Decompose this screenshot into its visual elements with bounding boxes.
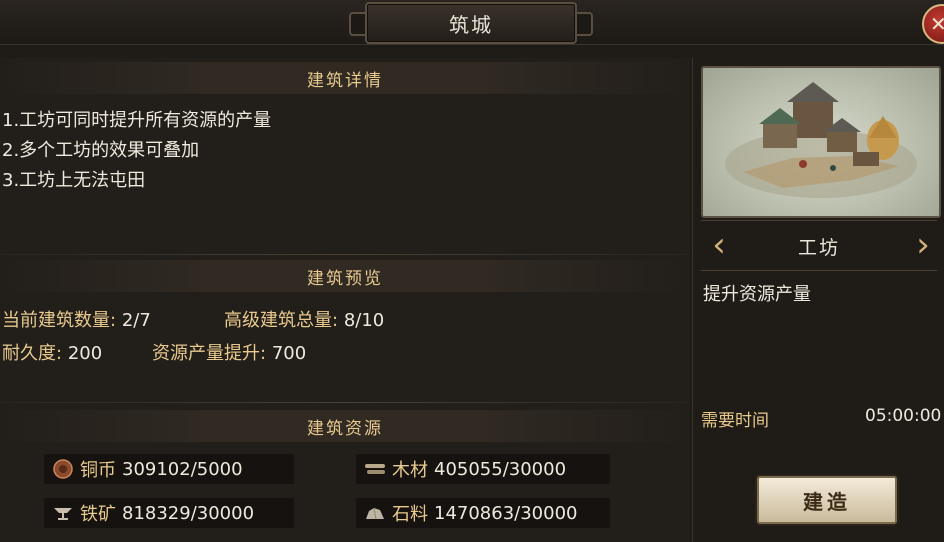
resource-stone: 石料 1470863/30000 — [356, 498, 610, 528]
right-panel: ‹ 工坊 › 提升资源产量 需要时间 05:00:00 建造 — [692, 58, 944, 542]
wood-name: 木材 — [392, 460, 428, 481]
stone-icon — [364, 504, 386, 522]
building-count-label: 当前建筑数量: — [2, 310, 117, 331]
section-divider — [0, 402, 690, 403]
building-count: 当前建筑数量: 2/7 — [2, 306, 151, 332]
prev-building-arrow-icon[interactable]: ‹ — [705, 228, 733, 262]
right-divider — [701, 270, 937, 271]
resources-heading: 建筑资源 — [0, 410, 690, 442]
durability: 耐久度: 200 — [2, 339, 102, 365]
wood-value: 405055/30000 — [434, 458, 567, 480]
building-description: 提升资源产量 — [703, 284, 811, 305]
building-illustration — [701, 66, 941, 218]
preview-heading: 建筑预览 — [0, 260, 690, 292]
details-heading: 建筑详情 — [0, 62, 690, 94]
resource-boost: 资源产量提升: 700 — [152, 339, 306, 365]
iron-ore-icon — [52, 504, 74, 522]
stone-name: 石料 — [392, 504, 428, 525]
wood-icon — [364, 460, 386, 478]
build-button[interactable]: 建造 — [757, 476, 897, 524]
stone-value: 1470863/30000 — [434, 502, 578, 524]
durability-label: 耐久度: — [2, 343, 63, 364]
building-name: 工坊 — [797, 236, 840, 259]
resource-wood: 木材 405055/30000 — [356, 454, 610, 484]
copper-name: 铜币 — [80, 460, 116, 481]
build-time-value: 05:00:00 — [865, 406, 942, 426]
iron-name: 铁矿 — [80, 504, 116, 525]
build-time-label: 需要时间 — [701, 411, 769, 431]
detail-line-3: 3.工坊上无法屯田 — [2, 170, 146, 191]
advanced-total-value: 8/10 — [343, 310, 385, 331]
copper-value: 309102/5000 — [122, 458, 243, 480]
building-selector: ‹ 工坊 › — [701, 226, 937, 266]
advanced-building-total: 高级建筑总量: 8/10 — [224, 306, 384, 332]
close-button[interactable]: ✕ — [922, 4, 944, 44]
copper-coin-icon — [52, 459, 74, 479]
resource-boost-value: 700 — [271, 343, 307, 364]
detail-line-2: 2.多个工坊的效果可叠加 — [2, 140, 200, 161]
right-divider — [701, 220, 937, 221]
next-building-arrow-icon[interactable]: › — [909, 228, 937, 262]
building-count-value: 2/7 — [121, 310, 151, 331]
iron-value: 818329/30000 — [122, 502, 255, 524]
top-bar: 筑城 ✕ — [0, 0, 944, 45]
window-title: 筑城 — [349, 2, 593, 44]
resource-iron: 铁矿 818329/30000 — [44, 498, 294, 528]
advanced-total-label: 高级建筑总量: — [224, 310, 339, 331]
workshop-image — [725, 82, 917, 198]
resource-boost-label: 资源产量提升: — [152, 343, 267, 364]
durability-value: 200 — [67, 343, 103, 364]
left-panel: 建筑详情 1.工坊可同时提升所有资源的产量 2.多个工坊的效果可叠加 3.工坊上… — [0, 58, 690, 542]
section-divider — [0, 254, 690, 255]
detail-line-1: 1.工坊可同时提升所有资源的产量 — [2, 110, 272, 131]
resource-copper: 铜币 309102/5000 — [44, 454, 294, 484]
